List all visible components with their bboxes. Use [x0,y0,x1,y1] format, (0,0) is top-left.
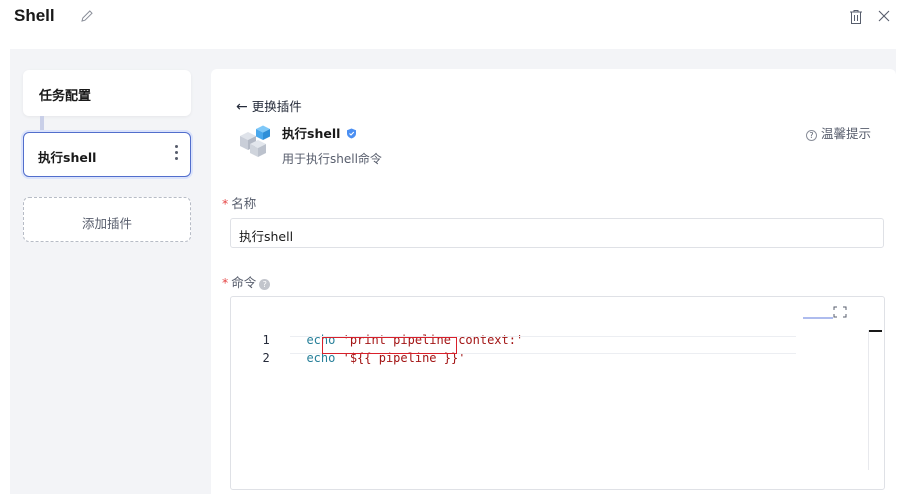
command-field-label: * 命令? [222,272,271,291]
editor-scrollbar[interactable] [868,330,869,470]
plugin-card-label: 执行shell [38,150,97,165]
help-circle-icon: ? [806,130,817,141]
command-label-text: 命令 [231,275,257,290]
verified-badge-icon [347,128,357,139]
plugin-name-text: 执行shell [282,126,341,141]
stage-card[interactable]: 任务配置 [23,70,191,116]
editor-minimap-cursor [869,330,882,332]
stage-label: 任务配置 [39,89,92,104]
plugin-description: 用于执行shell命令 [282,152,382,166]
code-line[interactable]: 1 echo 'print pipeline context:' [248,319,523,347]
fullscreen-icon[interactable] [833,306,847,318]
required-marker: * [222,275,229,290]
trash-icon[interactable] [849,9,863,25]
tips-link[interactable]: ? 温馨提示 [806,123,871,142]
name-label-text: 名称 [231,196,257,211]
pencil-icon[interactable] [80,9,94,23]
question-icon[interactable]: ? [259,279,271,290]
name-input[interactable]: 执行shell [230,218,884,248]
close-icon[interactable] [877,9,891,23]
page-title: Shell [14,6,55,25]
editor-minimap [803,317,833,319]
line-number: 2 [262,351,270,365]
add-plugin-label: 添加插件 [81,216,132,231]
plugin-cubes-icon [240,125,270,157]
name-field-label: * 名称 [222,193,256,212]
plugin-name: 执行shell [282,123,357,142]
tips-label: 温馨提示 [821,126,872,141]
arrow-left-icon: ← [236,99,248,115]
change-plugin-link[interactable]: ← 更换插件 [236,96,302,115]
plugin-card[interactable]: 执行shell [23,132,191,177]
required-marker: * [222,196,229,211]
header: Shell [0,0,900,38]
annotation-highlight-box [322,337,457,354]
change-plugin-label: 更换插件 [251,99,302,114]
kebab-menu-icon[interactable] [173,145,179,163]
add-plugin-button[interactable]: 添加插件 [23,197,191,242]
